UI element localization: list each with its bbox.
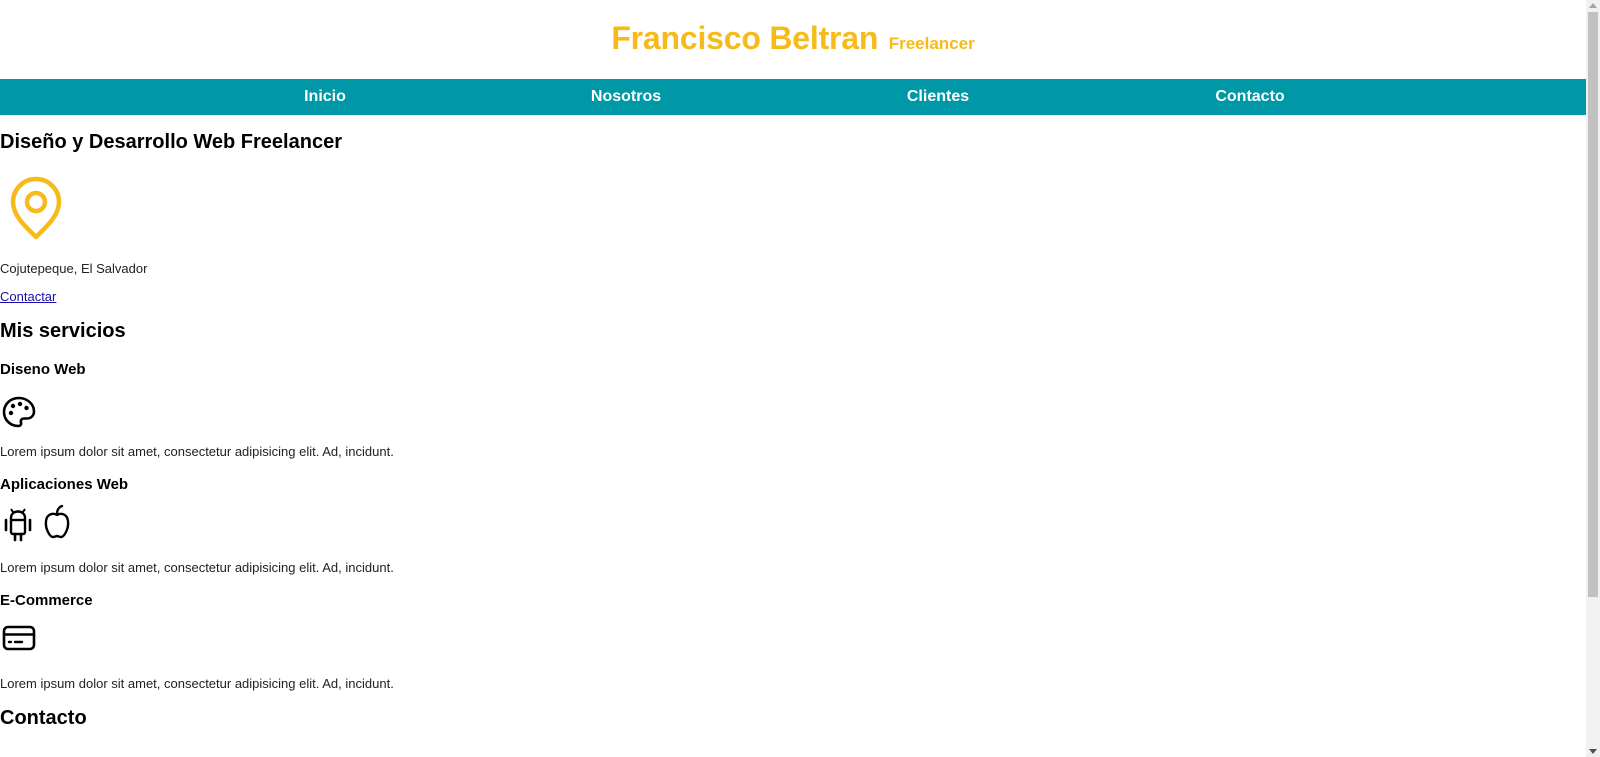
service-text-e-commerce: Lorem ipsum dolor sit amet, consectetur …	[0, 676, 394, 691]
nav-link-inicio[interactable]: Inicio	[304, 79, 346, 115]
vertical-scrollbar[interactable]	[1586, 0, 1600, 757]
site-subtitle: Freelancer	[888, 34, 975, 53]
page: Francisco Beltran Freelancer Inicio Noso…	[0, 0, 1586, 757]
main-nav: Inicio Nosotros Clientes Contacto	[0, 79, 1586, 115]
service-title-aplicaciones-web: Aplicaciones Web	[0, 476, 129, 493]
credit-card-icon	[2, 624, 36, 652]
hero-title: Diseño y Desarrollo Web Freelancer	[0, 131, 342, 153]
site-header: Francisco Beltran Freelancer	[0, 0, 1586, 79]
scrollbar-thumb[interactable]	[1588, 12, 1598, 597]
service-title-e-commerce: E-Commerce	[0, 592, 93, 609]
nav-link-clientes[interactable]: Clientes	[907, 79, 969, 115]
apple-icon	[42, 504, 72, 540]
android-icon	[2, 508, 34, 542]
services-title: Mis servicios	[0, 320, 126, 342]
location-text: Cojutepeque, El Salvador	[0, 261, 148, 276]
service-text-diseno-web: Lorem ipsum dolor sit amet, consectetur …	[0, 444, 394, 459]
contact-section-title: Contacto	[0, 707, 87, 729]
map-pin-icon	[8, 176, 64, 240]
site-title: Francisco Beltran	[611, 20, 879, 56]
nav-link-nosotros[interactable]: Nosotros	[591, 79, 661, 115]
scroll-down-arrow-icon[interactable]	[1589, 749, 1597, 754]
service-text-aplicaciones-web: Lorem ipsum dolor sit amet, consectetur …	[0, 560, 394, 575]
nav-link-contacto[interactable]: Contacto	[1215, 79, 1284, 115]
palette-icon	[2, 396, 36, 428]
scroll-up-arrow-icon[interactable]	[1589, 3, 1597, 8]
service-title-diseno-web: Diseno Web	[0, 361, 86, 378]
contact-link[interactable]: Contactar	[0, 289, 56, 304]
